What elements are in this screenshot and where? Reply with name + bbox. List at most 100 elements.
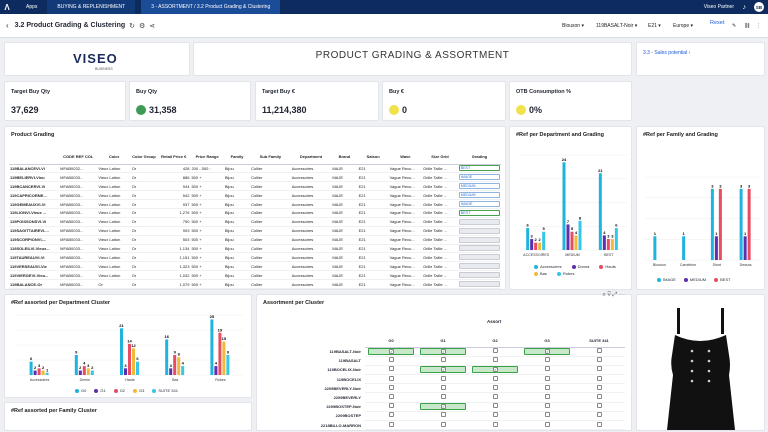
share-icon[interactable]: ⋖ [149,22,155,30]
assort-checkbox[interactable] [440,375,446,381]
assort-checkbox[interactable] [596,375,602,381]
assort-checkbox[interactable] [440,357,446,363]
assort-checkbox[interactable] [596,384,602,390]
assort-checkbox[interactable] [596,357,602,363]
grading-select[interactable] [458,218,500,225]
assort-checkbox[interactable]: ✓ [524,348,570,356]
table-row[interactable]: 119SAGITTAIREVI-... MFAB0033... Vieux Lait… [9,226,501,236]
assort-checkbox[interactable]: ✓ [420,348,466,356]
assort-checkbox[interactable] [388,366,394,372]
edit-icon[interactable]: ✎ [732,19,736,32]
back-arrow-icon[interactable]: ‹ [6,21,9,30]
table-row[interactable]: 119BALANCEVI-Vi MFAB0032... Vieux Laiton Or… [9,164,501,174]
more-icon[interactable]: ⋮ [756,19,761,32]
assort-checkbox[interactable] [492,412,498,418]
assort-checkbox[interactable] [388,357,394,363]
table-row[interactable]: 119POISSONSVI-Vi MFAB0033... Vieux Laiton O… [9,217,501,227]
column-header[interactable]: Retail Price € [157,149,191,165]
assort-checkbox[interactable] [492,348,498,354]
bar[interactable] [598,173,602,250]
link-icon[interactable]: ⛓ [744,19,750,32]
bar[interactable] [578,220,582,250]
assort-checkbox[interactable] [440,412,446,418]
legend-item[interactable]: SUITE 341 [152,388,178,393]
sales-potential-link[interactable]: 3.3 - Sales potential › [643,50,690,56]
legend-item[interactable]: IMAGE [657,277,676,282]
assort-checkbox[interactable]: ✓ [368,348,414,356]
legend-item[interactable]: Donna [571,264,589,269]
bar[interactable] [37,368,41,375]
column-header[interactable]: SUITE 341 [573,335,625,348]
grading-select[interactable]: BEST [458,209,500,216]
assort-checkbox[interactable]: ✓ [420,366,466,374]
assort-checkbox[interactable] [544,357,550,363]
bar[interactable] [530,239,534,250]
filter-season[interactable]: E21 ▾ [648,19,661,32]
bar[interactable] [606,239,610,250]
column-header[interactable]: Color [97,149,131,165]
legend-item[interactable]: G3 [133,388,144,393]
assort-checkbox[interactable] [544,394,550,400]
user-name[interactable]: Viseo Partner [704,4,734,10]
bar[interactable] [169,368,173,375]
column-header[interactable]: Department [290,149,332,165]
bar[interactable] [45,372,49,375]
column-header[interactable]: Saison [357,149,389,165]
bar[interactable] [682,236,686,260]
assort-checkbox[interactable] [544,421,550,427]
grading-select[interactable]: MEDIUM [458,192,500,199]
grading-select[interactable]: IMAGE [458,201,500,207]
bar[interactable] [574,235,578,250]
column-header[interactable]: CODE REF COL [59,149,98,165]
bar[interactable] [526,228,530,250]
bar[interactable] [214,366,218,375]
assort-checkbox[interactable] [440,421,446,427]
column-header[interactable]: G0 [365,335,417,348]
bar[interactable] [542,231,546,250]
assort-checkbox[interactable]: ✓ [420,403,466,411]
assort-checkbox[interactable] [596,412,602,418]
table-row[interactable]: 119BCANCERVI-Vi MFAB0033... Vieux Laiton Or… [9,181,501,192]
grading-select[interactable] [458,281,500,288]
table-row[interactable]: 119BALANCE-Or MFAB0033... Or Or 1,079 500 + Bi… [9,279,501,289]
assort-checkbox[interactable] [492,403,498,409]
table-row[interactable]: 119SCORPIONVI-... MFAB0033... Vieux Laiton… [9,235,501,245]
legend-item[interactable]: G1 [94,388,106,393]
assort-checkbox[interactable] [492,384,498,390]
apps-menu[interactable]: Apps [14,4,47,10]
assort-checkbox[interactable] [492,357,498,363]
bar[interactable] [120,328,123,375]
assort-checkbox[interactable] [544,403,550,409]
bar[interactable] [714,236,718,260]
legend-item[interactable]: G0 [75,388,86,393]
bar[interactable] [181,366,185,375]
table-row[interactable]: 119CAPRICORNE... MFAB0033... Vieux Laiton O… [9,190,501,201]
bar[interactable] [86,368,90,375]
assort-checkbox[interactable] [544,384,550,390]
legend-item[interactable]: Robes [556,271,574,276]
table-row[interactable]: 119TAUREAUVI-Vi MFAB0033... Vieux Laiton Or… [9,252,501,263]
filter-product[interactable]: 119BASALT-Noir ▾ [596,19,637,32]
bar[interactable] [538,242,542,250]
table-row[interactable]: 119BELIERVI-Vieu MFAB0033... Vieux Laiton O… [9,172,501,183]
bar[interactable] [41,370,45,375]
bar[interactable] [739,188,743,260]
grading-select[interactable]: MEDIUM [458,183,500,190]
bar[interactable] [90,370,94,375]
bar[interactable] [222,341,226,375]
assort-checkbox[interactable] [492,375,498,381]
bar[interactable] [74,355,78,375]
column-header[interactable]: G2 [469,335,521,348]
reset-button[interactable]: Reset [710,20,724,26]
filter-region[interactable]: Europe ▾ [673,19,693,32]
bar[interactable] [82,366,86,375]
assort-checkbox[interactable] [544,375,550,381]
table-row[interactable]: 119LIONVI-Vieux ... MFAB0033... Vieux Lait… [9,208,501,218]
table-row[interactable]: 119VIERGEVI-Vieu... MFAB0033... Vieux Lait… [9,270,501,281]
legend-item[interactable]: G2 [113,388,125,393]
bar[interactable] [534,242,538,250]
bar[interactable] [132,348,135,375]
assort-checkbox[interactable] [596,421,602,427]
assort-checkbox[interactable] [440,384,446,390]
table-row[interactable]: 119GEMEAUXVI-Vi MFAB0033... Vieux Laiton Or… [9,199,501,209]
